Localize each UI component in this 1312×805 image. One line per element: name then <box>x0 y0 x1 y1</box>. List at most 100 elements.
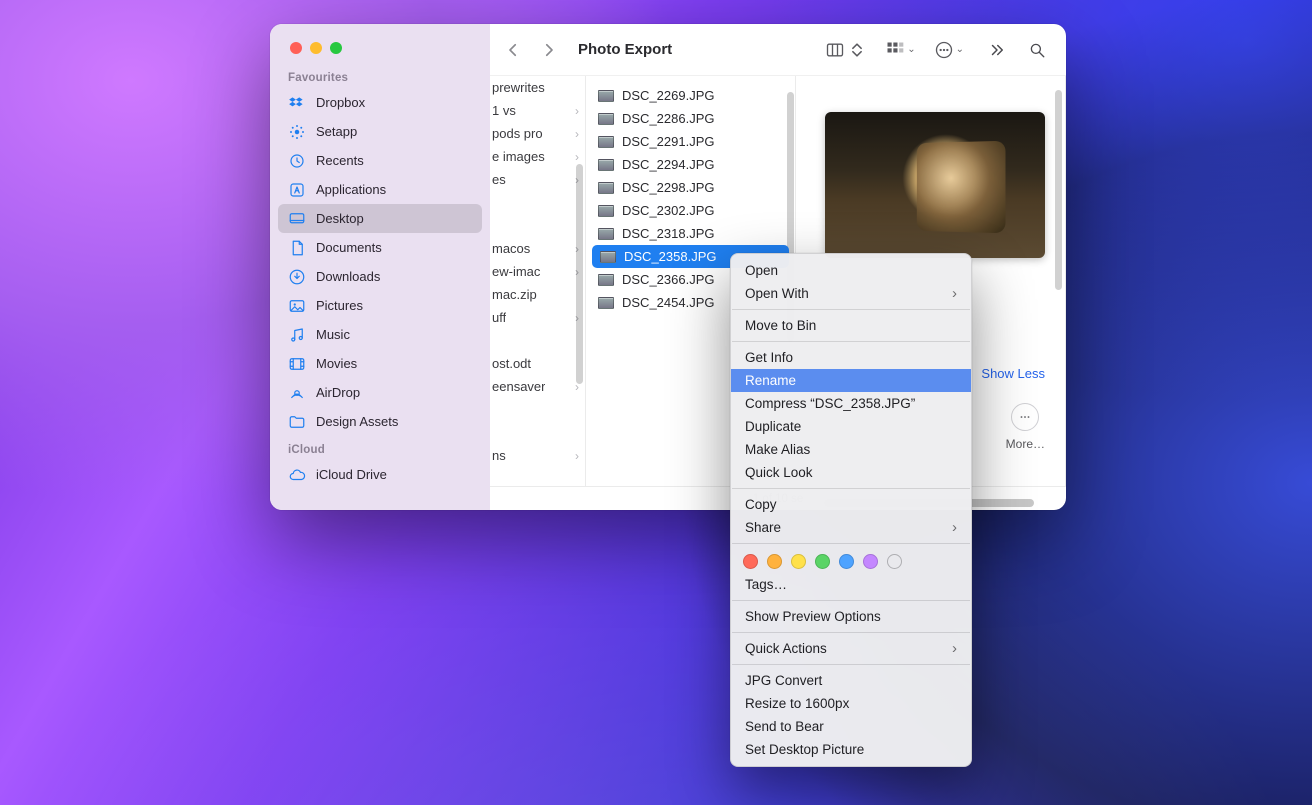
nav-back-button[interactable] <box>498 36 528 64</box>
recents-icon <box>288 152 306 170</box>
folder-row[interactable]: ns› <box>490 444 585 467</box>
window-zoom-button[interactable] <box>330 42 342 54</box>
airdrop-icon <box>288 384 306 402</box>
column-folders[interactable]: prewrites1 vs›pods pro›e images›es› macos… <box>490 76 586 486</box>
cm-set-desktop-picture[interactable]: Set Desktop Picture <box>731 738 971 761</box>
cm-quick-actions[interactable]: Quick Actions <box>731 637 971 660</box>
folder-row[interactable]: es› <box>490 168 585 191</box>
folder-row[interactable] <box>490 398 585 421</box>
cm-tags[interactable]: Tags… <box>731 573 971 596</box>
folder-row[interactable] <box>490 214 585 237</box>
tag-color-none[interactable] <box>887 554 902 569</box>
folder-row[interactable]: uff› <box>490 306 585 329</box>
folder-row[interactable]: 1 vs› <box>490 99 585 122</box>
cm-get-info[interactable]: Get Info <box>731 346 971 369</box>
sidebar-item-setapp[interactable]: Setapp <box>278 117 482 146</box>
file-row[interactable]: DSC_2291.JPG <box>586 130 795 153</box>
sidebar-item-design-assets[interactable]: Design Assets <box>278 407 482 436</box>
folder-row[interactable] <box>490 421 585 444</box>
chevron-left-icon <box>504 41 522 59</box>
preview-more-button[interactable]: More… <box>1006 403 1045 451</box>
chevrons-right-icon <box>988 41 1006 59</box>
tag-color-dot[interactable] <box>791 554 806 569</box>
cm-resize[interactable]: Resize to 1600px <box>731 692 971 715</box>
folder-row[interactable]: ew-imac› <box>490 260 585 283</box>
file-row[interactable]: DSC_2269.JPG <box>586 84 795 107</box>
columns-icon <box>825 40 845 60</box>
tag-color-dot[interactable] <box>863 554 878 569</box>
cm-show-preview-options[interactable]: Show Preview Options <box>731 605 971 628</box>
cm-move-to-bin[interactable]: Move to Bin <box>731 314 971 337</box>
desktop-icon <box>288 210 306 228</box>
tag-color-dot[interactable] <box>767 554 782 569</box>
sidebar-item-label: Pictures <box>316 298 363 313</box>
file-row[interactable]: DSC_2302.JPG <box>586 199 795 222</box>
tag-color-dot[interactable] <box>839 554 854 569</box>
cm-open-with[interactable]: Open With <box>731 282 971 305</box>
sidebar-item-downloads[interactable]: Downloads <box>278 262 482 291</box>
cm-rename[interactable]: Rename <box>731 369 971 392</box>
folder-row[interactable]: mac.zip <box>490 283 585 306</box>
folder-row[interactable]: prewrites <box>490 76 585 99</box>
search-icon <box>1028 41 1046 59</box>
folder-row[interactable] <box>490 191 585 214</box>
sidebar-item-label: Recents <box>316 153 364 168</box>
window-close-button[interactable] <box>290 42 302 54</box>
sidebar-item-desktop[interactable]: Desktop <box>278 204 482 233</box>
toolbar-overflow-button[interactable] <box>982 36 1012 64</box>
file-row[interactable]: DSC_2286.JPG <box>586 107 795 130</box>
view-mode-button[interactable] <box>825 40 867 60</box>
action-menu-button[interactable]: ⌄ <box>934 40 964 60</box>
cm-quick-look[interactable]: Quick Look <box>731 461 971 484</box>
search-button[interactable] <box>1022 36 1052 64</box>
window-controls <box>270 24 490 64</box>
cm-duplicate[interactable]: Duplicate <box>731 415 971 438</box>
file-row[interactable]: DSC_2318.JPG <box>586 222 795 245</box>
show-less-link[interactable]: Show Less <box>981 366 1045 381</box>
file-row[interactable]: DSC_2298.JPG <box>586 176 795 199</box>
toolbar-overflow <box>982 36 1052 64</box>
cm-compress[interactable]: Compress “DSC_2358.JPG” <box>731 392 971 415</box>
file-row[interactable]: DSC_2294.JPG <box>586 153 795 176</box>
file-name: DSC_2286.JPG <box>622 111 715 126</box>
sidebar-item-label: Documents <box>316 240 382 255</box>
sidebar-item-music[interactable]: Music <box>278 320 482 349</box>
tag-color-dot[interactable] <box>815 554 830 569</box>
sidebar-item-airdrop[interactable]: AirDrop <box>278 378 482 407</box>
nav-forward-button[interactable] <box>534 36 564 64</box>
tag-color-dot[interactable] <box>743 554 758 569</box>
cm-jpg-convert[interactable]: JPG Convert <box>731 669 971 692</box>
scrollbar-thumb[interactable] <box>1055 90 1062 290</box>
sidebar-item-recents[interactable]: Recents <box>278 146 482 175</box>
cm-share[interactable]: Share <box>731 516 971 539</box>
folder-row[interactable] <box>490 329 585 352</box>
folder-row[interactable]: pods pro› <box>490 122 585 145</box>
image-file-icon <box>600 251 616 263</box>
sidebar-item-icloud-drive[interactable]: iCloud Drive <box>278 460 482 489</box>
sidebar-item-pictures[interactable]: Pictures <box>278 291 482 320</box>
toolbar-nav <box>498 36 564 64</box>
folder-row[interactable]: e images› <box>490 145 585 168</box>
chevron-right-icon: › <box>571 150 579 164</box>
file-name: DSC_2366.JPG <box>622 272 715 287</box>
window-title: Photo Export <box>578 41 672 58</box>
sidebar-item-documents[interactable]: Documents <box>278 233 482 262</box>
sidebar-item-label: Movies <box>316 356 357 371</box>
preview-more-label: More… <box>1006 437 1045 451</box>
sidebar-item-movies[interactable]: Movies <box>278 349 482 378</box>
sidebar-item-applications[interactable]: Applications <box>278 175 482 204</box>
scrollbar-thumb[interactable] <box>576 164 583 384</box>
folder-row[interactable]: eensaver› <box>490 375 585 398</box>
group-by-button[interactable]: ⌄ <box>885 40 915 60</box>
folder-row[interactable]: macos› <box>490 237 585 260</box>
cm-make-alias[interactable]: Make Alias <box>731 438 971 461</box>
cm-copy[interactable]: Copy <box>731 493 971 516</box>
cm-send-to-bear[interactable]: Send to Bear <box>731 715 971 738</box>
sidebar-item-dropbox[interactable]: Dropbox <box>278 88 482 117</box>
cm-open[interactable]: Open <box>731 259 971 282</box>
folder-row[interactable]: ost.odt <box>490 352 585 375</box>
cm-tag-colors <box>731 548 971 573</box>
sidebar-item-label: Setapp <box>316 124 357 139</box>
sidebar-item-label: iCloud Drive <box>316 467 387 482</box>
window-minimize-button[interactable] <box>310 42 322 54</box>
